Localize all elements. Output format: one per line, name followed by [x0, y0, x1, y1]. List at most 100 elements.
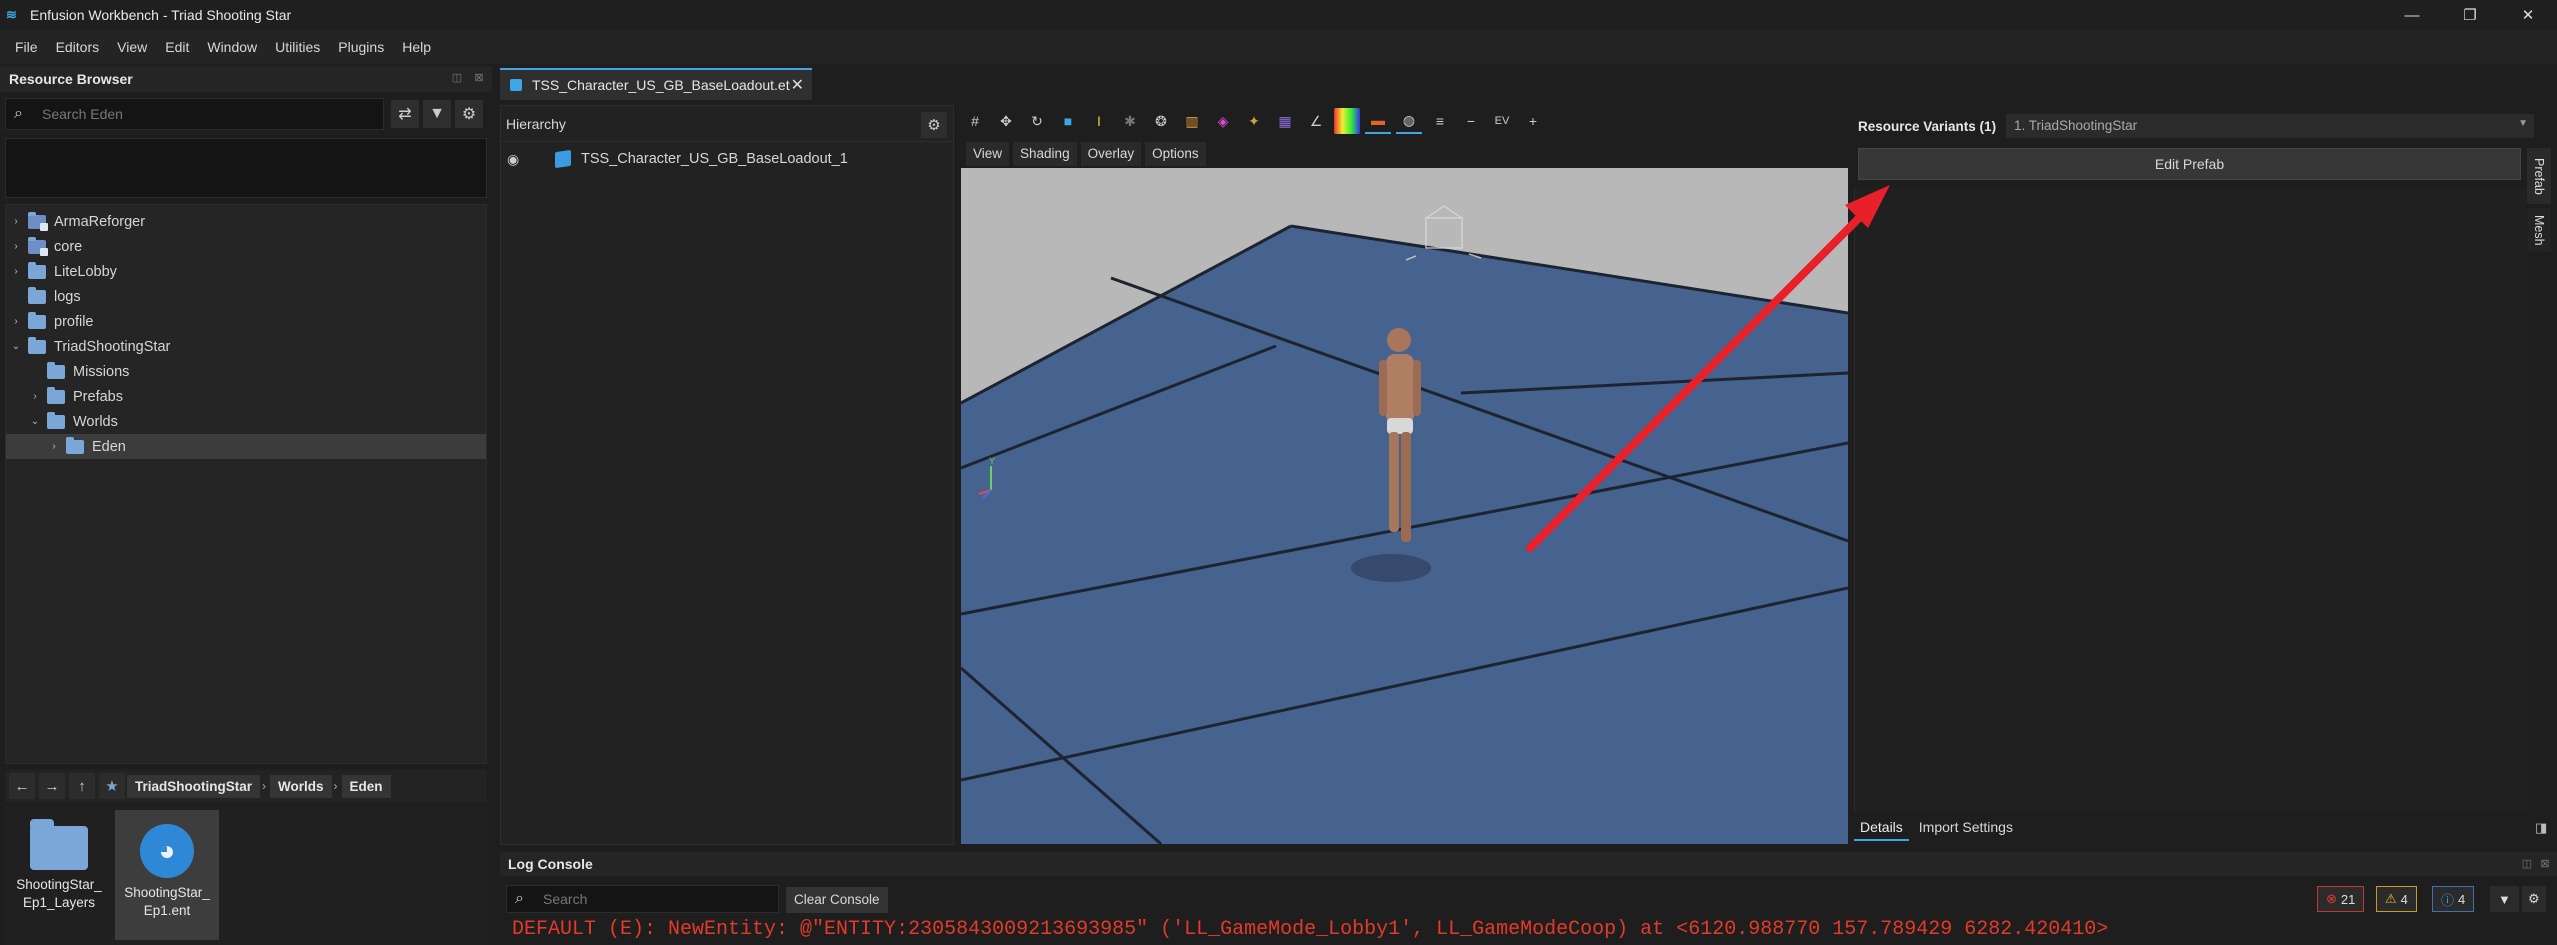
file-label: ShootingStar_ Ep1_Layers: [16, 876, 102, 912]
sync-icon[interactable]: ⇄: [391, 100, 419, 128]
color-palette-icon[interactable]: [1334, 108, 1360, 134]
variant-select[interactable]: 1. TriadShootingStar ▼: [2006, 114, 2534, 138]
camera-icon[interactable]: ◍: [1396, 108, 1422, 134]
tree-item-core[interactable]: › core: [6, 234, 486, 259]
rotate-icon[interactable]: ↻: [1024, 108, 1050, 134]
chevron-right-icon[interactable]: ›: [48, 441, 60, 452]
maximize-button[interactable]: ❐: [2441, 0, 2499, 30]
grid-icon[interactable]: #: [962, 108, 988, 134]
gear-icon[interactable]: ⚙: [2522, 886, 2546, 912]
lod-icon[interactable]: ▥: [1179, 108, 1205, 134]
chevron-down-icon[interactable]: ⌄: [29, 416, 41, 427]
resource-search-input[interactable]: ⌕ Search Eden: [5, 98, 384, 130]
forward-arrow-icon[interactable]: →: [39, 773, 65, 799]
up-arrow-icon[interactable]: ↑: [69, 773, 95, 799]
side-tab-prefab[interactable]: Prefab: [2527, 148, 2551, 204]
angle-icon[interactable]: ∠: [1303, 108, 1329, 134]
move-icon[interactable]: ✥: [993, 108, 1019, 134]
hierarchy-panel: Hierarchy ⚙ ◉ TSS_Character_US_GB_BaseLo…: [500, 105, 954, 845]
warnings-toggle[interactable]: ⚠ 4: [2376, 886, 2417, 912]
chevron-right-icon[interactable]: ›: [10, 216, 22, 227]
panel-close-icon[interactable]: ⊠: [472, 71, 486, 85]
tab-import-settings[interactable]: Import Settings: [1913, 815, 2019, 841]
tab-details[interactable]: Details: [1854, 815, 1909, 841]
hierarchy-row[interactable]: ◉ TSS_Character_US_GB_BaseLoadout_1: [501, 146, 953, 172]
file-tile-layers[interactable]: ShootingStar_ Ep1_Layers: [7, 810, 111, 940]
package-folder-icon: [28, 211, 48, 231]
chevron-right-icon[interactable]: ›: [10, 241, 22, 252]
particles-icon[interactable]: ❂: [1148, 108, 1174, 134]
cube-icon[interactable]: ■: [1055, 108, 1081, 134]
breadcrumb-triadshootingstar[interactable]: TriadShootingStar: [127, 774, 261, 798]
gear-icon[interactable]: ⚙: [921, 112, 947, 138]
menu-window[interactable]: Window: [198, 30, 266, 64]
viewport-toolbar: # ✥ ↻ ■ I ✱ ❂ ▥ ◈ ✦ ▦ ∠ ▬ ◍ ≡ − EV +: [962, 104, 1850, 138]
chevron-right-icon[interactable]: ›: [29, 391, 41, 402]
undock-icon[interactable]: ◫: [450, 71, 464, 85]
undock-icon[interactable]: ◫: [2520, 857, 2534, 871]
warning-icon: ⚠: [2385, 891, 2397, 906]
tree-item-triadshootingstar[interactable]: ⌄ TriadShootingStar: [6, 334, 486, 359]
menu-bar: File Editors View Edit Window Utilities …: [0, 30, 2557, 64]
tree-item-label: logs: [54, 288, 81, 305]
zoom-in-icon[interactable]: +: [1520, 108, 1546, 134]
tree-item-armareforger[interactable]: › ArmaReforger: [6, 209, 486, 234]
tree-item-worlds[interactable]: ⌄ Worlds: [6, 409, 486, 434]
3d-viewport[interactable]: Y: [961, 168, 1848, 844]
document-tab[interactable]: TSS_Character_US_GB_BaseLoadout.et ✕: [500, 68, 812, 100]
file-tile-world[interactable]: ◕ ShootingStar_ Ep1.ent: [115, 810, 219, 940]
gear-icon[interactable]: ⚙: [455, 100, 483, 128]
clear-console-button[interactable]: Clear Console: [786, 887, 888, 913]
scale-icon[interactable]: I: [1086, 108, 1112, 134]
filter-icon[interactable]: ▼: [2490, 886, 2519, 912]
environment-icon[interactable]: ▬: [1365, 108, 1391, 134]
tree-item-missions[interactable]: Missions: [6, 359, 486, 384]
tree-item-eden[interactable]: › Eden: [6, 434, 486, 459]
filter-icon[interactable]: ▼: [423, 100, 451, 128]
chevron-down-icon[interactable]: ⌄: [10, 341, 22, 352]
exposure-icon[interactable]: EV: [1489, 108, 1515, 134]
chevron-right-icon[interactable]: ›: [10, 316, 22, 327]
menu-utilities[interactable]: Utilities: [266, 30, 329, 64]
visibility-eye-icon[interactable]: ◉: [507, 151, 525, 168]
edit-prefab-button[interactable]: Edit Prefab: [1858, 148, 2521, 180]
log-search-input[interactable]: ⌕ Search: [506, 885, 779, 913]
zoom-out-icon[interactable]: −: [1458, 108, 1484, 134]
breadcrumb-worlds[interactable]: Worlds: [270, 774, 332, 798]
viewport-menu-overlay[interactable]: Overlay: [1080, 142, 1142, 166]
breadcrumb-eden[interactable]: Eden: [341, 774, 391, 798]
menu-plugins[interactable]: Plugins: [329, 30, 393, 64]
menu-view[interactable]: View: [108, 30, 156, 64]
viewport-menu-shading[interactable]: Shading: [1013, 142, 1077, 166]
align-icon[interactable]: ≡: [1427, 108, 1453, 134]
minimize-button[interactable]: —: [2383, 0, 2441, 30]
side-tab-mesh[interactable]: Mesh: [2527, 208, 2551, 252]
info-toggle[interactable]: ⓘ 4: [2432, 886, 2475, 912]
folder-icon: [30, 819, 88, 870]
close-button[interactable]: ✕: [2499, 0, 2557, 30]
panel-layout-icon[interactable]: ◨: [2535, 820, 2547, 836]
folder-icon: [47, 386, 65, 404]
menu-editors[interactable]: Editors: [47, 30, 109, 64]
back-arrow-icon[interactable]: ←: [9, 773, 35, 799]
tree-item-logs[interactable]: logs: [6, 284, 486, 309]
tree-item-profile[interactable]: › profile: [6, 309, 486, 334]
open-folder-icon: [47, 411, 65, 429]
favorite-star-icon[interactable]: ★: [99, 773, 125, 799]
skeleton-icon[interactable]: ✱: [1117, 108, 1143, 134]
chevron-right-icon[interactable]: ›: [10, 266, 22, 277]
viewport-menu-view[interactable]: View: [966, 142, 1010, 166]
materials-icon[interactable]: ▦: [1272, 108, 1298, 134]
filter-area[interactable]: [5, 138, 487, 198]
menu-file[interactable]: File: [6, 30, 47, 64]
close-icon[interactable]: ✕: [791, 75, 804, 95]
menu-help[interactable]: Help: [393, 30, 440, 64]
menu-edit[interactable]: Edit: [156, 30, 198, 64]
lights-icon[interactable]: ✦: [1241, 108, 1267, 134]
tree-item-litelobby[interactable]: › LiteLobby: [6, 259, 486, 284]
tree-item-prefabs[interactable]: › Prefabs: [6, 384, 486, 409]
viewport-menu-options[interactable]: Options: [1145, 142, 1206, 166]
panel-close-icon[interactable]: ⊠: [2538, 857, 2552, 871]
colliders-icon[interactable]: ◈: [1210, 108, 1236, 134]
errors-toggle[interactable]: ⊗ 21: [2317, 886, 2365, 912]
